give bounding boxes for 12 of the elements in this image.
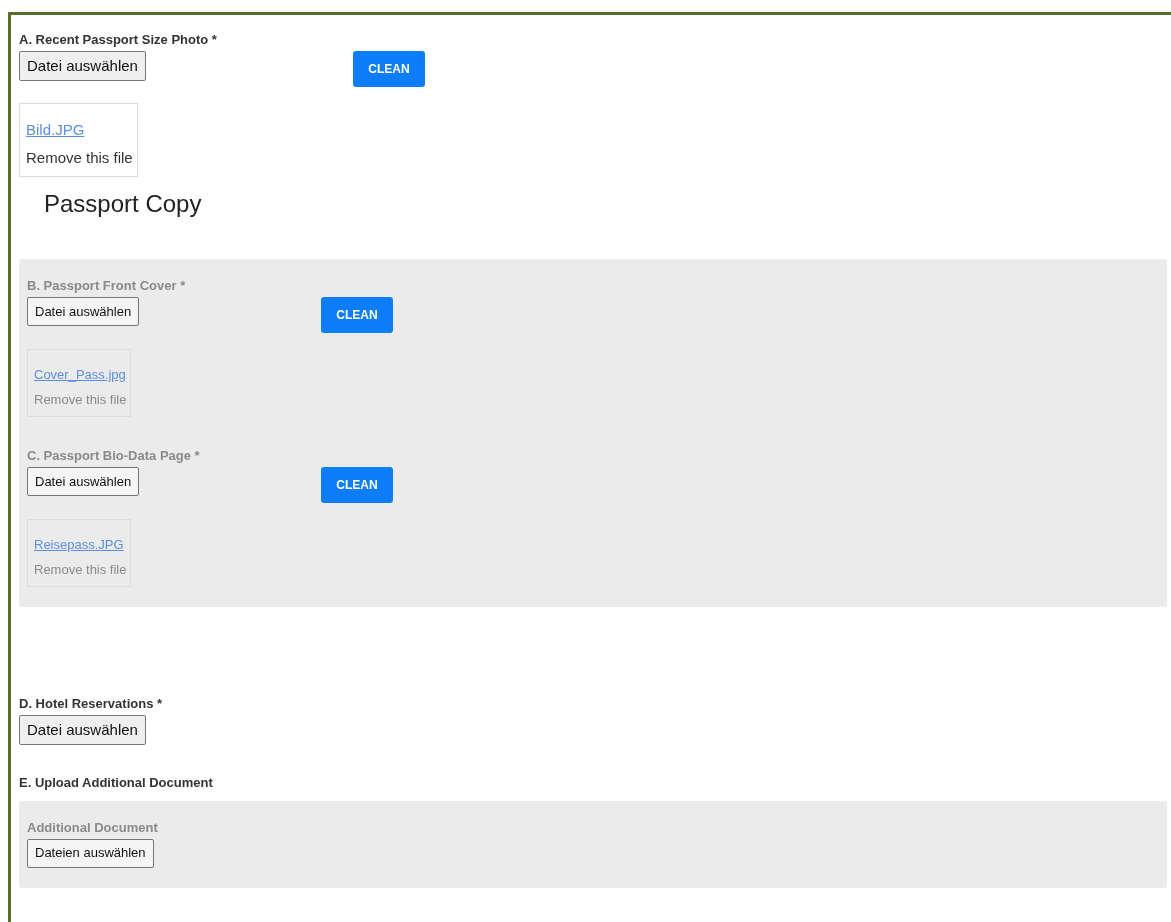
file-chooser-button[interactable]: Datei auswählen (19, 51, 146, 81)
field-label: B. Passport Front Cover * (27, 277, 187, 295)
clean-button[interactable]: CLEAN (353, 51, 425, 87)
field-label: A. Recent Passport Size Photo * (19, 31, 218, 49)
field-label: C. Passport Bio-Data Page * (27, 447, 201, 465)
file-link[interactable]: Bild.JPG (26, 116, 133, 144)
section-label: E. Upload Additional Document (19, 774, 214, 792)
remove-file-link[interactable]: Remove this file (26, 144, 133, 172)
file-chooser-button[interactable]: Datei auswählen (19, 715, 146, 745)
section-heading: Passport Copy (44, 189, 203, 219)
field-label: Additional Document (27, 818, 159, 837)
field-label: D. Hotel Reservations * (19, 695, 164, 713)
